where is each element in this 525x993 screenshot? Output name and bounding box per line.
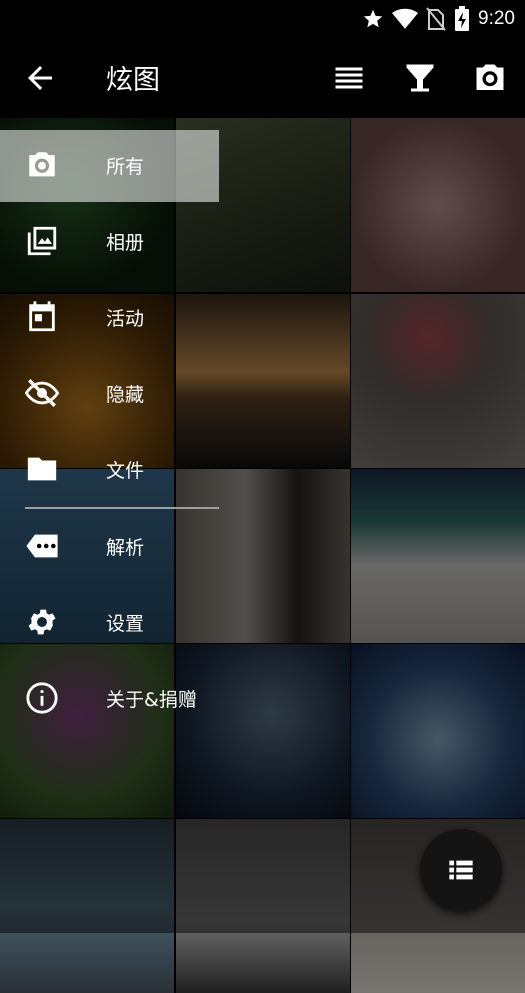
menu-item-label: 隐藏 <box>106 384 145 406</box>
navigation-drawer: 所有 相册 活动 隐藏 文件 解析 设置 关于&捐赠 <box>0 118 219 933</box>
status-bar: 9:20 <box>0 0 525 36</box>
camera-icon <box>29 152 55 177</box>
menu-item-about-donate[interactable]: 关于&捐赠 <box>0 663 219 735</box>
menu-item-label: 解析 <box>106 537 145 559</box>
view-toggle-fab[interactable] <box>420 829 502 911</box>
menu-item-parse[interactable]: 解析 <box>0 511 219 583</box>
filter-glass-icon[interactable] <box>402 60 438 96</box>
status-time: 9:20 <box>478 8 515 29</box>
menu-item-settings[interactable]: 设置 <box>0 587 219 659</box>
menu-item-files[interactable]: 文件 <box>0 434 219 506</box>
more-dots-icon <box>26 534 58 558</box>
menu-item-hidden[interactable]: 隐藏 <box>0 358 219 430</box>
menu-item-label: 设置 <box>106 613 145 635</box>
menu-item-label: 文件 <box>106 460 145 482</box>
menu-item-albums[interactable]: 相册 <box>0 206 219 278</box>
menu-item-label: 关于&捐赠 <box>106 689 197 711</box>
camera-action-icon[interactable] <box>472 60 508 96</box>
no-sim-icon <box>426 7 446 31</box>
star-icon <box>363 9 383 28</box>
gear-icon <box>28 609 56 635</box>
menu-item-label: 相册 <box>106 232 145 254</box>
back-arrow-icon[interactable] <box>22 60 58 96</box>
app-bar: 炫图 <box>0 36 525 118</box>
info-icon <box>26 682 58 714</box>
page-title: 炫图 <box>106 65 160 96</box>
menu-item-label: 所有 <box>106 156 145 178</box>
menu-divider <box>25 507 219 509</box>
photo-library-icon <box>27 226 57 256</box>
menu-item-all[interactable]: 所有 <box>0 130 219 202</box>
wifi-icon <box>392 8 419 29</box>
menu-item-label: 活动 <box>106 308 145 330</box>
folder-icon <box>27 457 57 481</box>
view-list-icon[interactable] <box>331 60 367 96</box>
calendar-icon <box>29 301 55 332</box>
battery-charging-icon <box>455 6 470 31</box>
visibility-off-icon <box>25 379 59 407</box>
view-list-icon <box>449 860 473 880</box>
menu-item-events[interactable]: 活动 <box>0 282 219 354</box>
